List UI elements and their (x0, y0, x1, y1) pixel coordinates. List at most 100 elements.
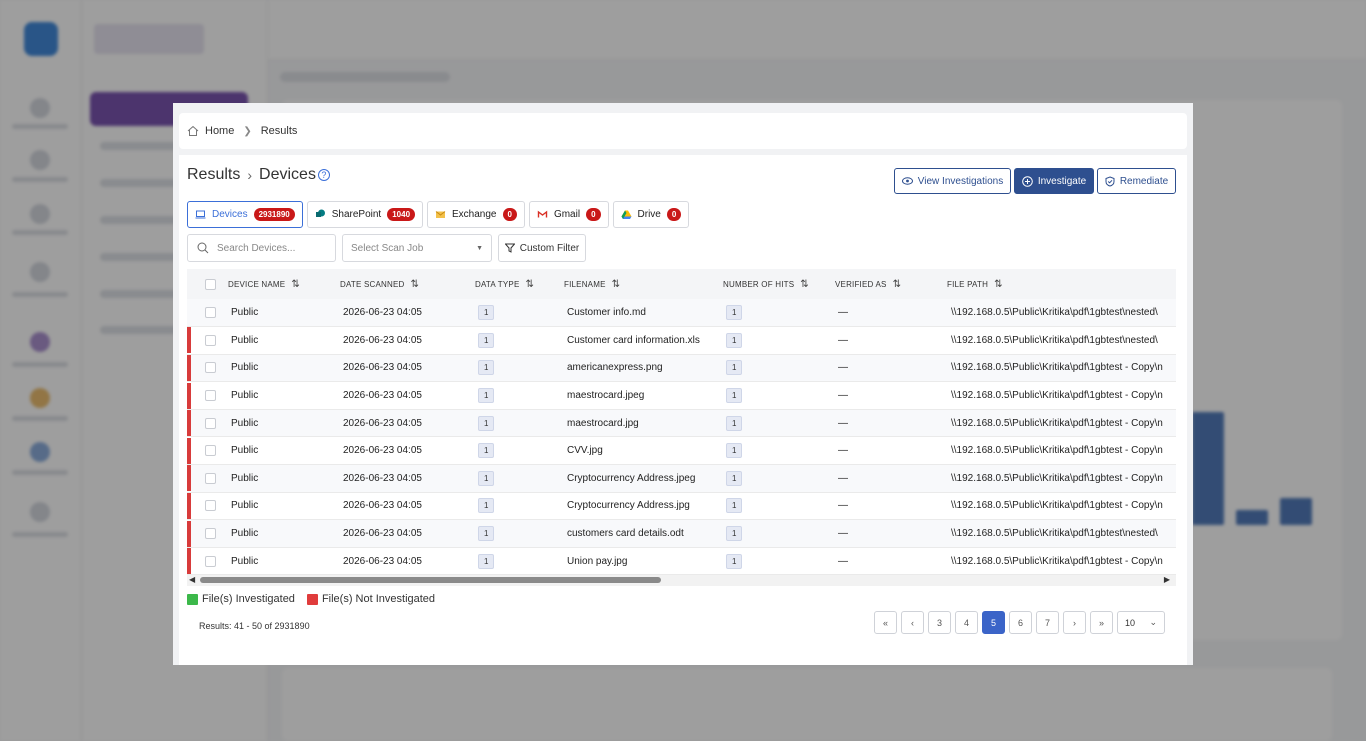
row-checkbox[interactable] (205, 500, 216, 512)
table-row[interactable]: Public 2026-06-23 04:05 1 maestrocard.jpeg 1… (187, 382, 1176, 410)
cell-data-type: 1 (475, 547, 564, 575)
select-all-checkbox[interactable] (205, 278, 216, 290)
scan-job-placeholder: Select Scan Job (351, 242, 424, 254)
col-data-type[interactable]: DATA TYPE ⇅ (475, 269, 564, 299)
row-checkbox[interactable] (205, 334, 216, 346)
sort-icon[interactable]: ⇅ (612, 279, 621, 290)
table-row[interactable]: Public 2026-06-23 04:05 1 Cryptocurrency Ad… (187, 464, 1176, 493)
tab-exchange[interactable]: Exchange 0 (427, 201, 525, 228)
col-verified-as[interactable]: VERIFIED AS ⇅ (835, 269, 947, 299)
sort-icon[interactable]: ⇅ (291, 279, 300, 290)
row-checkbox[interactable] (205, 417, 216, 429)
status-flag-bar (187, 327, 191, 354)
hits-badge[interactable]: 1 (726, 415, 743, 431)
chevron-right-icon: › (247, 167, 253, 183)
next-page-button[interactable]: › (1063, 611, 1086, 634)
page-size-select[interactable]: 10 ⌄ (1117, 611, 1165, 634)
page-button[interactable]: 3 (928, 611, 951, 634)
data-type-badge[interactable]: 1 (478, 388, 495, 404)
title-results[interactable]: Results (187, 166, 240, 184)
help-icon[interactable]: ? (317, 169, 330, 181)
remediate-button[interactable]: Remediate (1097, 168, 1176, 194)
hits-badge[interactable]: 1 (726, 553, 743, 569)
sort-icon[interactable]: ⇅ (994, 279, 1003, 290)
data-type-badge[interactable]: 1 (478, 305, 495, 321)
sort-icon[interactable]: ⇅ (893, 279, 902, 290)
table-row[interactable]: Public 2026-06-23 04:05 1 Union pay.jpg 1 — \\… (187, 547, 1176, 575)
data-type-badge[interactable]: 1 (478, 443, 495, 459)
tab-drive[interactable]: Drive 0 (612, 201, 690, 228)
data-type-badge[interactable]: 1 (478, 470, 495, 486)
data-type-badge[interactable]: 1 (478, 498, 495, 514)
data-type-badge[interactable]: 1 (478, 526, 495, 542)
data-type-badge[interactable]: 1 (478, 360, 495, 376)
scan-job-select[interactable]: Select Scan Job ▼ (342, 234, 492, 262)
current-page-button[interactable]: 5 (982, 611, 1005, 634)
data-type-badge[interactable]: 1 (478, 332, 495, 348)
col-date-scanned[interactable]: DATE SCANNED ⇅ (340, 269, 475, 299)
col-number-of-hits[interactable]: NUMBER OF HITS ⇅ (723, 269, 835, 299)
prev-page-button[interactable]: ‹ (901, 611, 924, 634)
investigate-button[interactable]: Investigate (1014, 168, 1094, 194)
data-type-badge[interactable]: 1 (478, 553, 495, 569)
col-file-path[interactable]: FILE PATH ⇅ (947, 269, 1176, 299)
search-devices-input[interactable]: Search Devices... (187, 234, 336, 262)
sort-icon[interactable]: ⇅ (800, 279, 809, 290)
last-page-button[interactable]: » (1090, 611, 1113, 634)
custom-filter-button[interactable]: Custom Filter (498, 234, 586, 262)
table-row[interactable]: Public 2026-06-23 04:05 1 Customer card inf… (187, 327, 1176, 355)
horizontal-scrollbar[interactable]: ◀ ▶ (187, 575, 1176, 586)
row-checkbox[interactable] (205, 527, 216, 539)
hits-badge[interactable]: 1 (726, 360, 743, 376)
table-row[interactable]: Public 2026-06-23 04:05 1 customers card de… (187, 519, 1176, 548)
cell-device: Public (231, 307, 259, 319)
page-button[interactable]: 7 (1036, 611, 1059, 634)
cell-file-path: \\192.168.0.5\Public\Kritika\pdf\1gbtest… (951, 555, 1163, 567)
row-checkbox[interactable] (205, 362, 216, 374)
sort-icon[interactable]: ⇅ (410, 279, 419, 290)
hits-badge[interactable]: 1 (726, 388, 743, 404)
row-checkbox[interactable] (205, 390, 216, 401)
scroll-left-icon[interactable]: ◀ (189, 575, 195, 584)
page-button[interactable]: 4 (955, 611, 978, 634)
row-checkbox[interactable] (205, 555, 216, 567)
breadcrumb-home[interactable]: Home (205, 125, 234, 137)
cell-data-type: 1 (475, 299, 564, 327)
row-checkbox[interactable] (205, 306, 216, 318)
first-page-button[interactable]: « (874, 611, 897, 634)
chevron-down-icon: ⌄ (1149, 617, 1157, 627)
hits-badge[interactable]: 1 (726, 526, 743, 542)
hits-badge[interactable]: 1 (726, 470, 743, 486)
cell-filename: customers card details.odt (567, 528, 684, 540)
row-checkbox[interactable] (205, 445, 216, 457)
data-type-badge[interactable]: 1 (478, 415, 495, 431)
cell-verified: — (838, 362, 848, 374)
table-row[interactable]: Public 2026-06-23 04:05 1 Cryptocurrency Ad… (187, 492, 1176, 520)
cell-verified: — (838, 528, 848, 540)
table-row[interactable]: Public 2026-06-23 04:05 1 Customer info.md 1… (187, 299, 1176, 327)
chevron-right-icon: ❯ (243, 125, 252, 137)
hits-badge[interactable]: 1 (726, 332, 743, 348)
col-label: NUMBER OF HITS (723, 279, 795, 289)
table-row[interactable]: Public 2026-06-23 04:05 1 maestrocard.jpg 1 —… (187, 409, 1176, 437)
col-label: DATE SCANNED (340, 279, 405, 289)
page-button[interactable]: 6 (1009, 611, 1032, 634)
col-device-name[interactable]: DEVICE NAME ⇅ (228, 269, 340, 299)
results-panel: Results › Devices ? View Investigations … (179, 155, 1187, 665)
hits-badge[interactable]: 1 (726, 498, 743, 514)
col-filename[interactable]: FILENAME ⇅ (564, 269, 723, 299)
tab-sharepoint[interactable]: SharePoint 1040 (306, 201, 424, 228)
table-row[interactable]: Public 2026-06-23 04:05 1 americanexpress.p… (187, 354, 1176, 382)
view-investigations-button[interactable]: View Investigations (894, 168, 1011, 194)
tab-devices[interactable]: Devices 2931890 (187, 201, 303, 228)
tab-gmail[interactable]: Gmail 0 (528, 201, 609, 228)
hits-badge[interactable]: 1 (726, 305, 743, 321)
cell-file-path: \\192.168.0.5\Public\Kritika\pdf\1gbtest… (951, 528, 1158, 540)
scroll-right-icon[interactable]: ▶ (1164, 575, 1170, 584)
hits-badge[interactable]: 1 (726, 443, 743, 459)
table-row[interactable]: Public 2026-06-23 04:05 1 CVV.jpg 1 — \\192.16… (187, 437, 1176, 465)
breadcrumb-current: Results (260, 125, 298, 137)
scrollbar-thumb[interactable] (200, 577, 661, 583)
row-checkbox[interactable] (205, 472, 216, 484)
sort-icon[interactable]: ⇅ (525, 279, 534, 290)
